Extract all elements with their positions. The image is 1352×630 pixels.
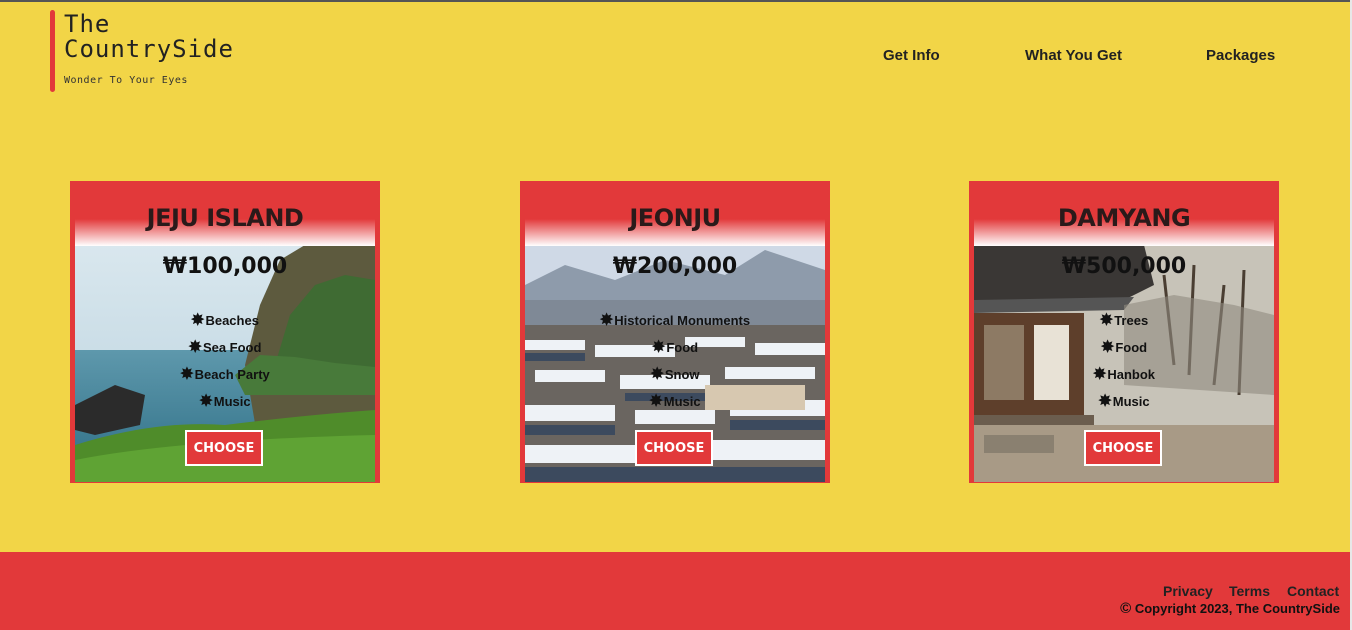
list-item: ✸Music: [199, 393, 251, 410]
card-price: ₩200,000: [612, 254, 738, 279]
card-price: ₩500,000: [1061, 254, 1187, 279]
list-item: ✸Beaches: [191, 312, 259, 329]
star-burst-icon: ✸: [199, 393, 213, 410]
feature-list: ✸Beaches ✸Sea Food ✸Beach Party ✸Music: [75, 312, 375, 420]
footer-link-privacy[interactable]: Privacy: [1163, 583, 1213, 599]
star-burst-icon: ✸: [1098, 393, 1112, 410]
nav-packages[interactable]: Packages: [1206, 47, 1275, 64]
copyright-text: © Copyright 2023, The CountrySide: [1120, 600, 1340, 617]
star-burst-icon: ✸: [188, 339, 202, 356]
package-card-jeju: JEJU ISLAND ₩100,000 ✸Beaches ✸Sea Food …: [70, 181, 380, 483]
list-item: ✸Trees: [1099, 312, 1149, 329]
star-burst-icon: ✸: [650, 366, 664, 383]
choose-button-jeonju[interactable]: CHOOSE: [635, 430, 713, 466]
feature-list: ✸Trees ✸Food ✸Hanbok ✸Music: [974, 312, 1274, 420]
choose-button-jeju[interactable]: CHOOSE: [185, 430, 263, 466]
logo-accent-bar: [50, 10, 55, 92]
star-burst-icon: ✸: [1099, 312, 1114, 329]
list-item: ✸Food: [1100, 339, 1148, 356]
list-item: ✸Music: [1098, 393, 1150, 410]
star-burst-icon: ✸: [1100, 339, 1115, 356]
logo-tagline: Wonder To Your Eyes: [64, 75, 188, 86]
list-item: ✸Beach Party: [180, 366, 270, 383]
list-item: ✸Hanbok: [1092, 366, 1156, 383]
star-burst-icon: ✸: [1092, 366, 1107, 383]
footer-link-contact[interactable]: Contact: [1287, 583, 1339, 599]
list-item: ✸Sea Food: [188, 339, 262, 356]
choose-button-damyang[interactable]: CHOOSE: [1084, 430, 1162, 466]
site-footer: Privacy Terms Contact © Copyright 2023, …: [0, 552, 1350, 630]
logo[interactable]: The CountrySide Wonder To Your Eyes: [48, 10, 268, 95]
star-burst-icon: ✸: [599, 312, 614, 329]
star-burst-icon: ✸: [191, 312, 205, 329]
nav-get-info[interactable]: Get Info: [883, 47, 940, 64]
card-title: DAMYANG: [1057, 204, 1191, 232]
list-item: ✸Music: [649, 393, 701, 410]
top-border: [0, 0, 1352, 2]
star-burst-icon: ✸: [649, 393, 663, 410]
nav-what-you-get[interactable]: What You Get: [1025, 47, 1122, 64]
list-item: ✸Historical Monuments: [599, 312, 751, 329]
logo-title: The CountrySide: [64, 10, 234, 63]
star-burst-icon: ✸: [651, 339, 666, 356]
package-card-jeonju: JEONJU ₩200,000 ✸Historical Monuments ✸F…: [520, 181, 830, 483]
list-item: ✸Snow: [650, 366, 700, 383]
star-burst-icon: ✸: [180, 366, 194, 383]
feature-list: ✸Historical Monuments ✸Food ✸Snow ✸Music: [525, 312, 825, 420]
card-title: JEJU ISLAND: [146, 204, 304, 232]
card-price: ₩100,000: [162, 254, 288, 279]
copyright-icon: ©: [1120, 600, 1132, 617]
package-card-damyang: DAMYANG ₩500,000 ✸Trees ✸Food ✸Hanbok ✸M…: [969, 181, 1279, 483]
footer-link-terms[interactable]: Terms: [1229, 583, 1270, 599]
copyright-label: Copyright 2023, The CountrySide: [1134, 601, 1340, 616]
list-item: ✸Food: [651, 339, 699, 356]
card-title: JEONJU: [629, 204, 721, 232]
